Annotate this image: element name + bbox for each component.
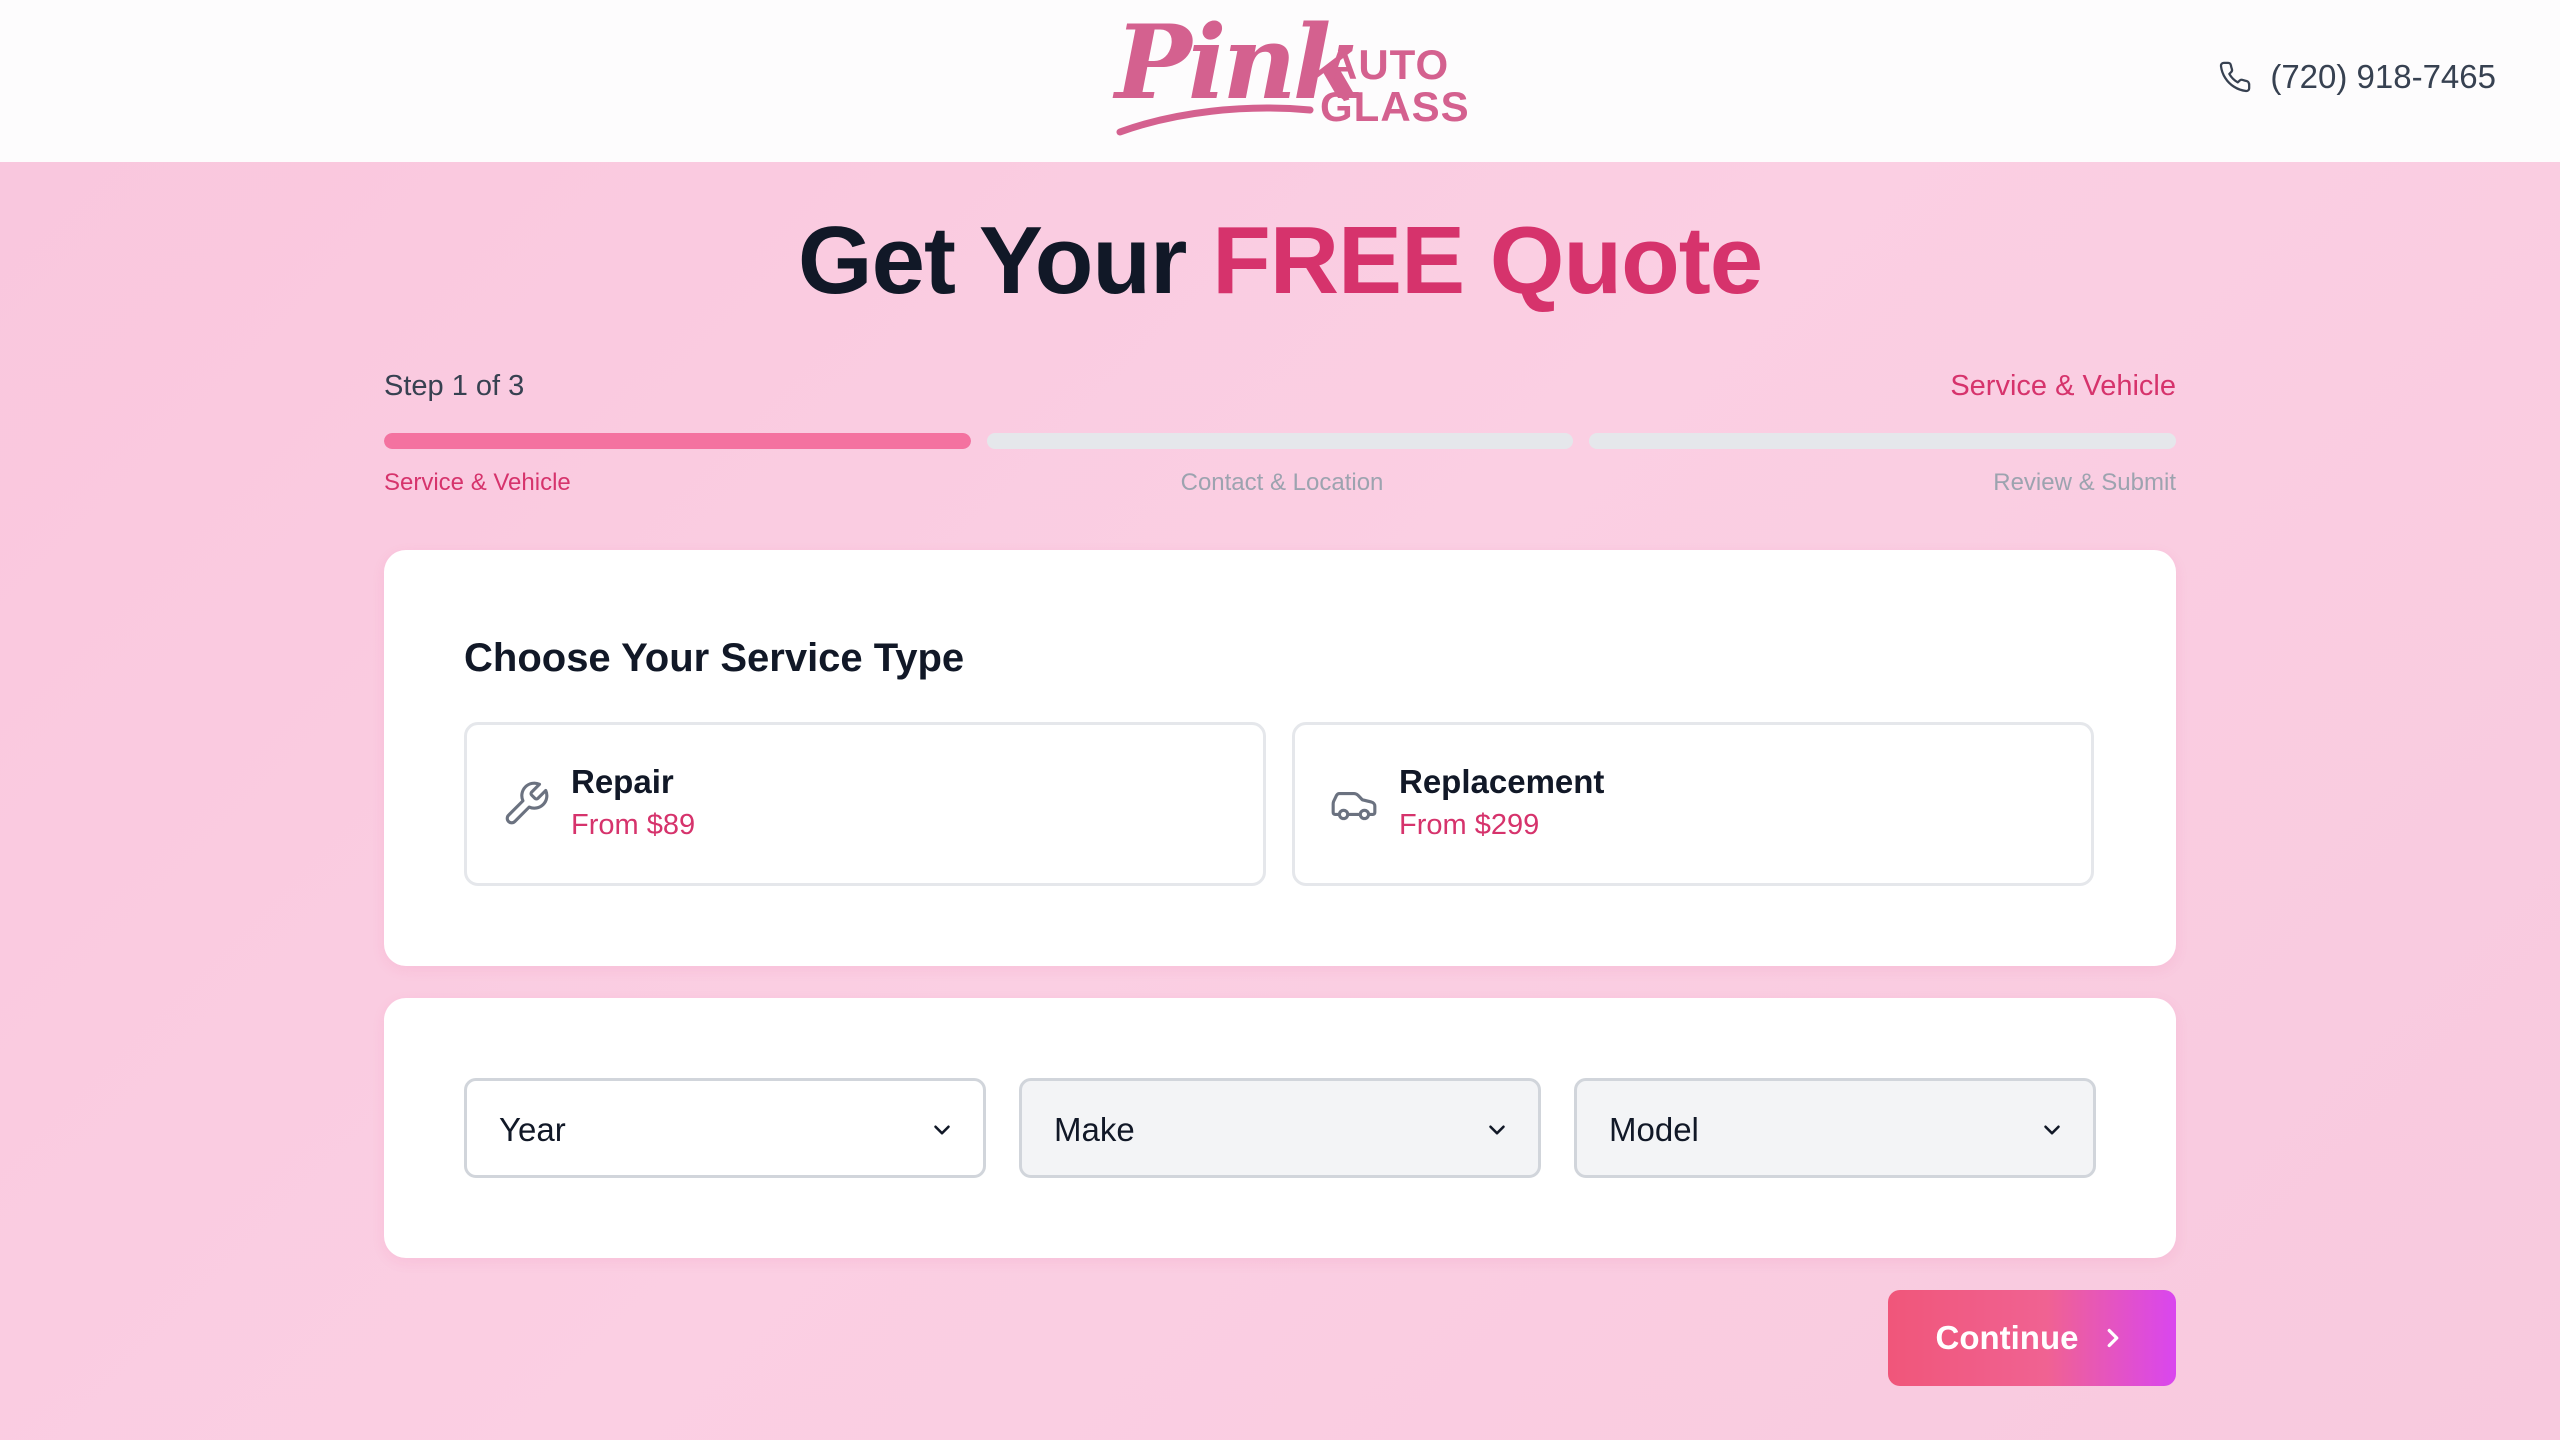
brand-logo[interactable]: Pink AUTO GLASS: [1115, 12, 1469, 136]
model-select[interactable]: Model: [1574, 1078, 2096, 1178]
chevron-right-icon: [2108, 1328, 2119, 1348]
logo-glass-text: GLASS: [1320, 83, 1470, 130]
service-type-heading: Choose Your Service Type: [464, 636, 965, 680]
progress-bars: [384, 433, 2177, 449]
step-label-review-submit: Review & Submit: [1993, 469, 2176, 496]
title-prefix: Get Your: [797, 207, 1188, 314]
current-step-label: Service & Vehicle: [1950, 370, 2176, 402]
logo-auto-text: AUTO: [1327, 41, 1450, 88]
wrench-icon: [505, 781, 549, 825]
service-name-repair: Repair: [571, 763, 674, 800]
phone-number: (720) 918-7465: [2270, 58, 2496, 95]
vehicle-card: Year Make Model: [384, 998, 2176, 1258]
service-option-repair[interactable]: Repair From $89: [464, 722, 1266, 886]
chevron-down-icon: [1489, 1125, 1505, 1135]
service-price-replacement: From $299: [1399, 809, 1540, 841]
step-counter: Step 1 of 3: [384, 370, 525, 402]
make-select-value: Make: [1054, 1111, 1135, 1148]
title-accent: FREE Quote: [1212, 207, 1763, 314]
chevron-down-icon: [934, 1125, 950, 1135]
step-label-contact-location: Contact & Location: [1180, 469, 1384, 496]
progress-bar-step-3: [1589, 433, 2177, 449]
continue-button-label: Continue: [1935, 1319, 2079, 1356]
continue-button[interactable]: Continue: [1888, 1290, 2176, 1386]
phone-link[interactable]: (720) 918-7465: [2218, 58, 2496, 96]
make-select[interactable]: Make: [1019, 1078, 1541, 1178]
step-label-service-vehicle: Service & Vehicle: [384, 469, 571, 496]
progress-bar-step-2: [986, 433, 1574, 449]
logo-swash: [1116, 104, 1314, 136]
year-select[interactable]: Year: [464, 1078, 986, 1178]
service-price-repair: From $89: [571, 809, 696, 841]
model-select-value: Model: [1609, 1111, 1699, 1148]
site-header: Pink AUTO GLASS (720) 918-7465: [0, 0, 2560, 162]
year-select-value: Year: [499, 1111, 566, 1148]
phone-icon: [2220, 61, 2251, 93]
car-icon: [1331, 792, 1377, 821]
page-title: Get Your FREE Quote: [0, 208, 2560, 314]
service-name-replacement: Replacement: [1399, 763, 1605, 800]
progress-bar-step-1: [384, 433, 971, 449]
service-option-replacement[interactable]: Replacement From $299: [1292, 722, 2094, 886]
progress-steps: Step 1 of 3 Service & Vehicle Service & …: [384, 370, 2177, 497]
service-type-card: Choose Your Service Type Repair From $89…: [384, 550, 2176, 966]
chevron-down-icon: [2044, 1125, 2060, 1135]
